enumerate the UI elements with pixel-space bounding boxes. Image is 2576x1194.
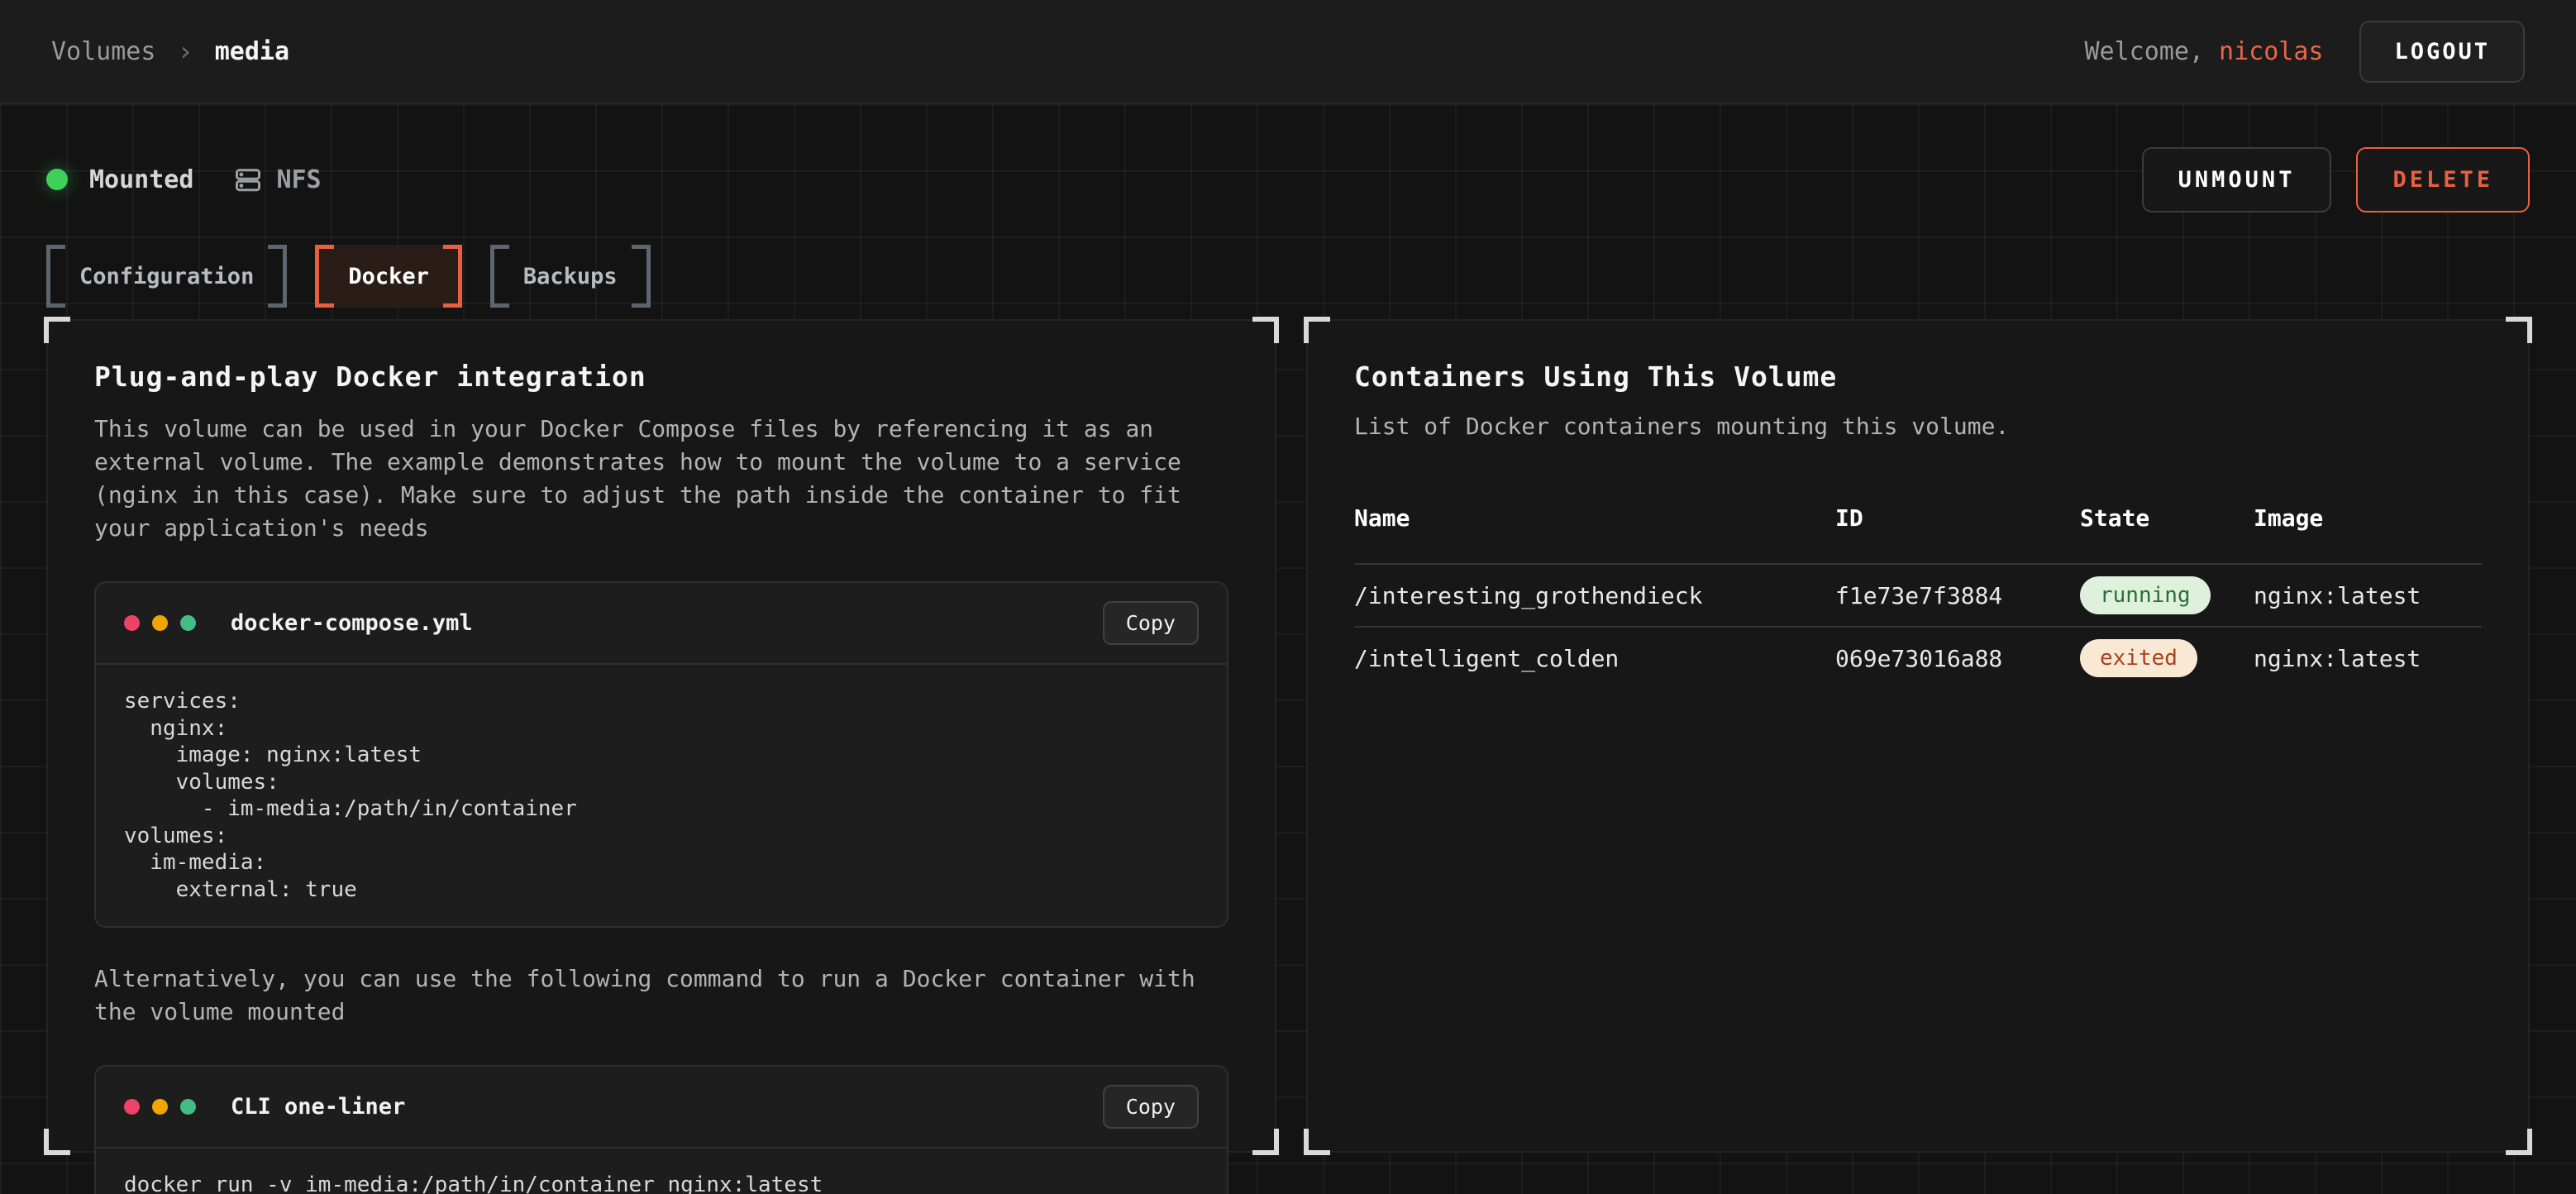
username: nicolas	[2219, 37, 2323, 66]
docker-panel-title: Plug-and-play Docker integration	[94, 361, 1228, 393]
tab-bar: Configuration Docker Backups	[46, 245, 2530, 308]
table-row: /interesting_grothendieckf1e73e7f3884run…	[1354, 563, 2482, 626]
delete-button[interactable]: DELETE	[2356, 147, 2530, 213]
tab-docker[interactable]: Docker	[315, 245, 462, 308]
compose-code-header: docker-compose.yml Copy	[96, 583, 1227, 665]
container-image: nginx:latest	[2254, 645, 2482, 672]
corner-bracket	[44, 317, 70, 343]
containers-panel-title: Containers Using This Volume	[1354, 361, 2482, 393]
driver-label: NFS	[276, 165, 321, 194]
tab-configuration[interactable]: Configuration	[46, 245, 287, 308]
docker-panel-description: This volume can be used in your Docker C…	[94, 413, 1228, 545]
container-name: /interesting_grothendieck	[1354, 582, 1835, 609]
status-row: Mounted NFS UNMOUNT DELETE	[46, 150, 2530, 208]
cli-code-header: CLI one-liner Copy	[96, 1067, 1227, 1149]
column-header-image: Image	[2254, 504, 2482, 532]
traffic-amber-icon	[152, 615, 168, 631]
containers-panel-subtitle: List of Docker containers mounting this …	[1354, 413, 2482, 440]
containers-table-header: Name ID State Image	[1354, 504, 2482, 563]
mounted-status-dot	[46, 169, 68, 190]
server-icon	[233, 165, 263, 194]
breadcrumb-volumes[interactable]: Volumes	[51, 37, 155, 66]
volume-actions: UNMOUNT DELETE	[2142, 147, 2530, 213]
table-row: /intelligent_colden069e73016a88exited ngi…	[1354, 626, 2482, 689]
breadcrumb-separator-icon: ›	[177, 36, 193, 67]
traffic-red-icon	[124, 1099, 140, 1115]
container-id: f1e73e7f3884	[1835, 582, 2080, 609]
topbar-right: Welcome, nicolas LOGOUT	[2084, 21, 2525, 83]
compose-copy-button[interactable]: Copy	[1103, 601, 1199, 645]
driver-badge: NFS	[233, 165, 321, 194]
container-image: nginx:latest	[2254, 582, 2482, 609]
column-header-state: State	[2080, 504, 2254, 532]
corner-bracket	[44, 1129, 70, 1155]
tab-backups[interactable]: Backups	[490, 245, 651, 308]
cli-code: docker run -v im-media:/path/in/containe…	[96, 1149, 1227, 1194]
containers-table-body: /interesting_grothendieckf1e73e7f3884run…	[1354, 563, 2482, 689]
traffic-lights	[124, 1099, 196, 1115]
welcome-text: Welcome, nicolas	[2084, 37, 2323, 66]
state-badge: running	[2080, 576, 2211, 614]
traffic-lights	[124, 615, 196, 631]
containers-table: Name ID State Image /interesting_grothen…	[1354, 504, 2482, 689]
cli-copy-button[interactable]: Copy	[1103, 1085, 1199, 1129]
panels: Plug-and-play Docker integration This vo…	[46, 319, 2530, 1153]
corner-bracket	[1304, 317, 1330, 343]
compose-code: services: nginx: image: nginx:latest vol…	[96, 665, 1227, 926]
cli-filename: CLI one-liner	[231, 1094, 405, 1120]
breadcrumb-current: media	[215, 37, 289, 66]
column-header-name: Name	[1354, 504, 1835, 532]
containers-panel: Containers Using This Volume List of Doc…	[1306, 319, 2530, 1153]
cli-note: Alternatively, you can use the following…	[94, 962, 1228, 1029]
state-badge: exited	[2080, 639, 2197, 677]
docker-integration-panel: Plug-and-play Docker integration This vo…	[46, 319, 1276, 1153]
topbar: Volumes › media Welcome, nicolas LOGOUT	[0, 0, 2576, 104]
compose-code-block: docker-compose.yml Copy services: nginx:…	[94, 581, 1228, 928]
unmount-button[interactable]: UNMOUNT	[2142, 147, 2332, 213]
corner-bracket	[2506, 1129, 2532, 1155]
traffic-green-icon	[180, 615, 196, 631]
corner-bracket	[1252, 1129, 1279, 1155]
compose-filename: docker-compose.yml	[231, 610, 473, 636]
traffic-green-icon	[180, 1099, 196, 1115]
container-id: 069e73016a88	[1835, 645, 2080, 672]
cli-code-block: CLI one-liner Copy docker run -v im-medi…	[94, 1065, 1228, 1194]
traffic-amber-icon	[152, 1099, 168, 1115]
mounted-label: Mounted	[89, 165, 193, 194]
breadcrumb: Volumes › media	[51, 36, 289, 67]
traffic-red-icon	[124, 615, 140, 631]
container-name: /intelligent_colden	[1354, 645, 1835, 672]
main-content: Mounted NFS UNMOUNT DELETE Configuration…	[0, 104, 2576, 1194]
corner-bracket	[2506, 317, 2532, 343]
corner-bracket	[1304, 1129, 1330, 1155]
corner-bracket	[1252, 317, 1279, 343]
logout-button[interactable]: LOGOUT	[2359, 21, 2525, 83]
column-header-id: ID	[1835, 504, 2080, 532]
